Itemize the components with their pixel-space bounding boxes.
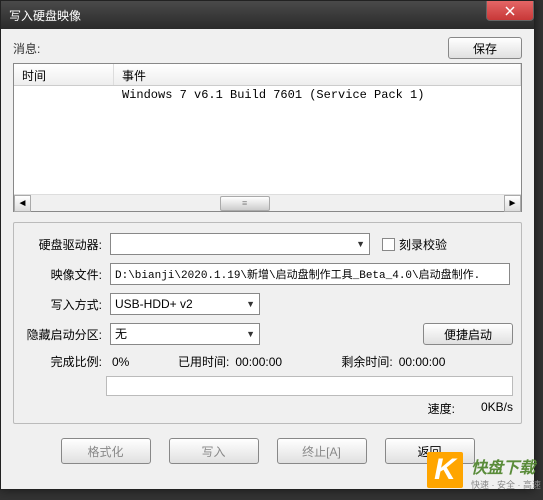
verify-label: 刻录校验 bbox=[399, 236, 447, 253]
window-title: 写入硬盘映像 bbox=[9, 7, 81, 24]
image-file-input[interactable] bbox=[110, 263, 510, 285]
dialog-window: 写入硬盘映像 消息: 保存 时间 事件 Windows 7 v6.1 Build… bbox=[0, 0, 535, 490]
settings-panel: 硬盘驱动器: 刻录校验 映像文件: 写入方式: USB-HDD+ v2 隐藏启动… bbox=[13, 222, 522, 424]
quick-boot-button[interactable]: 便捷启动 bbox=[423, 323, 513, 345]
watermark-subtitle: 快速 · 安全 · 高速 bbox=[471, 478, 541, 491]
speed-label: 速度: bbox=[428, 400, 455, 417]
progress-bar bbox=[106, 376, 513, 396]
remain-value: 00:00:00 bbox=[399, 355, 446, 369]
message-listview: 时间 事件 Windows 7 v6.1 Build 7601 (Service… bbox=[13, 63, 522, 212]
listview-header: 时间 事件 bbox=[14, 64, 521, 86]
column-time[interactable]: 时间 bbox=[14, 64, 114, 85]
remain-label: 剩余时间: bbox=[341, 353, 392, 370]
save-button[interactable]: 保存 bbox=[448, 37, 522, 59]
scroll-track[interactable]: ≡ bbox=[31, 195, 504, 212]
titlebar[interactable]: 写入硬盘映像 bbox=[1, 1, 534, 29]
write-method-select[interactable]: USB-HDD+ v2 bbox=[110, 293, 260, 315]
method-label: 写入方式: bbox=[22, 296, 102, 313]
hide-partition-select[interactable]: 无 bbox=[110, 323, 260, 345]
hide-label: 隐藏启动分区: bbox=[22, 326, 102, 343]
elapsed-label: 已用时间: bbox=[178, 353, 229, 370]
watermark: K 快盘下载 快速 · 安全 · 高速 bbox=[427, 452, 541, 492]
image-label: 映像文件: bbox=[22, 266, 102, 283]
drive-select[interactable] bbox=[110, 233, 370, 255]
elapsed-value: 00:00:00 bbox=[235, 355, 315, 369]
scroll-thumb[interactable]: ≡ bbox=[220, 196, 270, 211]
verify-checkbox[interactable] bbox=[382, 238, 395, 251]
horizontal-scrollbar[interactable]: ◄ ≡ ► bbox=[14, 194, 521, 211]
drive-label: 硬盘驱动器: bbox=[22, 236, 102, 253]
scroll-right-arrow[interactable]: ► bbox=[504, 195, 521, 212]
write-button[interactable]: 写入 bbox=[169, 438, 259, 464]
speed-value: 0KB/s bbox=[463, 400, 513, 417]
abort-button[interactable]: 终止[A] bbox=[277, 438, 367, 464]
list-item[interactable]: Windows 7 v6.1 Build 7601 (Service Pack … bbox=[14, 86, 521, 104]
cell-time bbox=[14, 86, 114, 104]
watermark-logo: K bbox=[427, 452, 467, 492]
cell-event: Windows 7 v6.1 Build 7601 (Service Pack … bbox=[114, 86, 521, 104]
percent-value: 0% bbox=[112, 355, 172, 369]
close-icon bbox=[505, 6, 515, 16]
format-button[interactable]: 格式化 bbox=[61, 438, 151, 464]
scroll-left-arrow[interactable]: ◄ bbox=[14, 195, 31, 212]
percent-label: 完成比例: bbox=[22, 353, 102, 370]
listview-body[interactable]: Windows 7 v6.1 Build 7601 (Service Pack … bbox=[14, 86, 521, 194]
info-section: 消息: 保存 时间 事件 Windows 7 v6.1 Build 7601 (… bbox=[13, 37, 522, 212]
dialog-content: 消息: 保存 时间 事件 Windows 7 v6.1 Build 7601 (… bbox=[1, 29, 534, 472]
info-label: 消息: bbox=[13, 40, 40, 57]
close-button[interactable] bbox=[486, 1, 534, 21]
watermark-title: 快盘下载 bbox=[471, 454, 541, 478]
column-event[interactable]: 事件 bbox=[114, 64, 521, 85]
k-icon: K bbox=[427, 452, 463, 488]
